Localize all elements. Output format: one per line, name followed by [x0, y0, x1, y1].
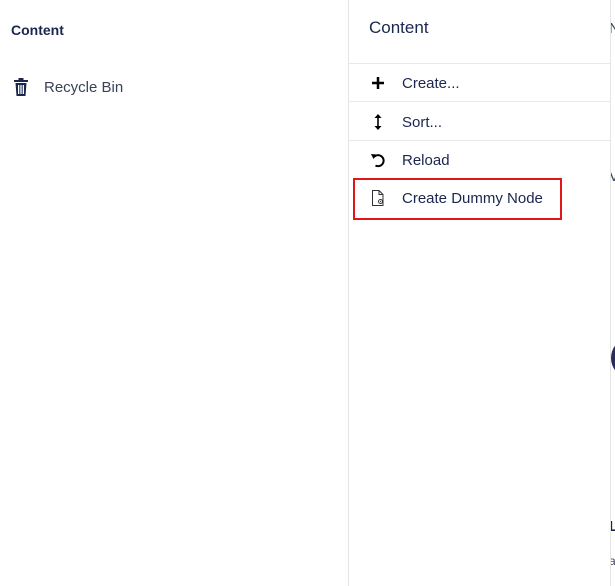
highlight-box	[353, 178, 562, 220]
app-root: Content Recycle Bin Content Create... So…	[0, 0, 615, 586]
background-text-fragment: V	[611, 168, 615, 185]
sort-arrows-icon	[369, 113, 387, 131]
action-reload[interactable]: Reload	[349, 141, 610, 179]
plus-icon	[369, 74, 387, 92]
tree-title: Content	[11, 22, 64, 38]
background-avatar-fragment	[611, 340, 615, 376]
actions-menu-panel: Content Create... Sort... Reload Create …	[349, 0, 610, 586]
action-label: Sort...	[402, 113, 443, 131]
background-text-fragment: a	[611, 554, 615, 568]
actions-title: Content	[369, 18, 429, 37]
tree-item-label: Recycle Bin	[44, 78, 124, 96]
trash-icon	[12, 76, 30, 98]
background-content-strip: N V L a	[610, 0, 615, 586]
background-text-fragment: L	[611, 518, 615, 535]
content-tree-panel: Content Recycle Bin	[0, 0, 348, 586]
action-sort[interactable]: Sort...	[349, 103, 610, 141]
background-text-fragment: N	[611, 20, 615, 37]
action-create[interactable]: Create...	[349, 64, 610, 102]
reload-icon	[369, 151, 387, 169]
action-divider	[349, 101, 610, 102]
action-label: Reload	[402, 151, 450, 169]
tree-item-recycle-bin[interactable]: Recycle Bin	[12, 76, 123, 98]
action-label: Create...	[402, 74, 460, 92]
